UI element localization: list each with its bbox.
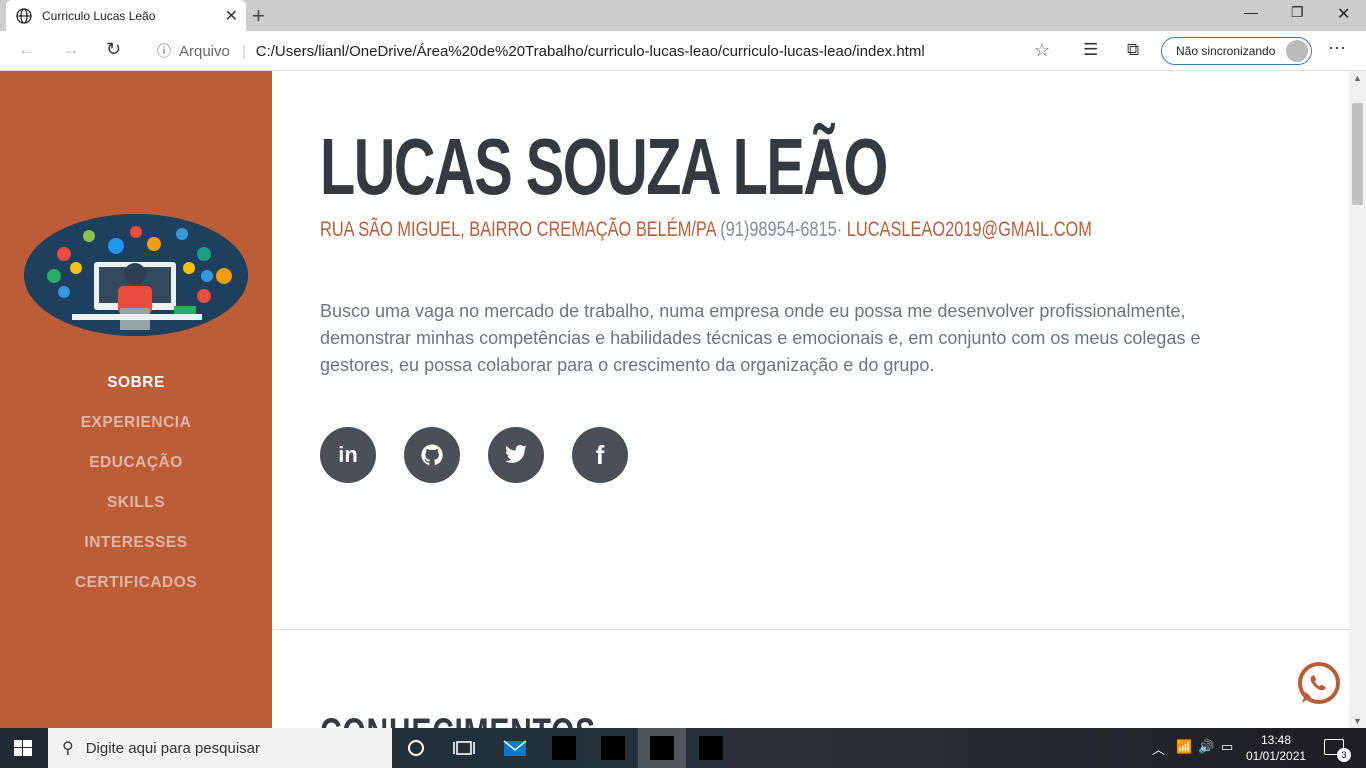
taskbar-app-3-icon bbox=[650, 736, 674, 760]
address-divider: | bbox=[241, 42, 246, 60]
phone-text: (91)98954-6815· bbox=[715, 218, 847, 241]
windows-start-icon[interactable] bbox=[14, 740, 32, 756]
globe-icon bbox=[16, 7, 32, 24]
side-navigation: SOBRE EXPERIENCIA EDUCAÇÃO SKILLS INTERE… bbox=[0, 363, 272, 603]
taskbar-app-2-icon[interactable] bbox=[601, 736, 625, 760]
volume-icon[interactable]: 🔊 bbox=[1198, 739, 1214, 755]
linkedin-icon[interactable]: in bbox=[320, 427, 376, 483]
back-icon[interactable]: ← bbox=[18, 39, 36, 60]
nav-item-interesses[interactable]: INTERESSES bbox=[0, 523, 272, 563]
task-view-icon[interactable] bbox=[452, 736, 476, 760]
browser-tab[interactable]: Curriculo Lucas Leão ✕ bbox=[6, 0, 246, 31]
favorite-star-icon[interactable]: ☆ bbox=[1034, 40, 1050, 61]
facebook-icon[interactable]: f bbox=[572, 427, 628, 483]
tab-title: Curriculo Lucas Leão bbox=[42, 8, 156, 23]
close-tab-icon[interactable]: ✕ bbox=[225, 6, 238, 26]
notification-count: 3 bbox=[1337, 748, 1351, 762]
taskbar-app-1-icon[interactable] bbox=[552, 736, 576, 760]
section-divider bbox=[272, 629, 1349, 630]
browser-tab-strip: Curriculo Lucas Leão ✕ + — ❐ ✕ bbox=[0, 0, 1366, 31]
web-page: SOBRE EXPERIENCIA EDUCAÇÃO SKILLS INTERE… bbox=[0, 71, 1366, 728]
nav-item-certificados[interactable]: CERTIFICADOS bbox=[0, 563, 272, 603]
address-scheme-label: Arquivo bbox=[179, 42, 230, 60]
more-options-icon[interactable]: ··· bbox=[1328, 37, 1346, 58]
clock-time: 13:48 bbox=[1260, 733, 1292, 747]
favorites-list-icon[interactable]: ☰ bbox=[1083, 40, 1098, 60]
social-links: in f bbox=[320, 427, 656, 483]
minimize-icon[interactable]: — bbox=[1244, 4, 1258, 20]
contact-line: RUA SÃO MIGUEL, BAIRRO CREMAÇÃO BELÉM/PA… bbox=[320, 218, 1092, 242]
forward-icon[interactable]: → bbox=[62, 39, 80, 60]
taskbar-search[interactable]: ⚲ Digite aqui para pesquisar bbox=[48, 728, 392, 768]
cortana-icon[interactable] bbox=[404, 736, 428, 760]
address-bar[interactable]: ⓘ Arquivo | C:/Users/lianl/OneDrive/Área… bbox=[145, 35, 1063, 67]
search-icon: ⚲ bbox=[62, 740, 74, 757]
network-icon[interactable]: 📶 bbox=[1176, 739, 1192, 755]
clock-date: 01/01/2021 bbox=[1246, 749, 1307, 763]
summary-text: Busco uma vaga no mercado de trabalho, n… bbox=[320, 301, 1201, 375]
nav-item-educacao[interactable]: EDUCAÇÃO bbox=[0, 443, 272, 483]
nav-item-sobre[interactable]: SOBRE bbox=[0, 363, 272, 403]
taskbar: ⚲ Digite aqui para pesquisar ︿ 📶 🔊 ▭ 13:… bbox=[0, 728, 1366, 768]
nav-item-experiencia[interactable]: EXPERIENCIA bbox=[0, 403, 272, 443]
sidebar: SOBRE EXPERIENCIA EDUCAÇÃO SKILLS INTERE… bbox=[0, 71, 272, 728]
nav-item-skills[interactable]: SKILLS bbox=[0, 483, 272, 523]
sync-label: Não sincronizando bbox=[1176, 44, 1276, 58]
scrollbar-thumb[interactable] bbox=[1352, 103, 1363, 205]
twitter-icon[interactable] bbox=[488, 427, 544, 483]
page-scrollbar[interactable]: ▲ ▼ bbox=[1349, 71, 1366, 728]
sync-button[interactable]: Não sincronizando bbox=[1161, 37, 1312, 65]
info-icon[interactable]: ⓘ bbox=[157, 41, 171, 61]
refresh-icon[interactable]: ↻ bbox=[106, 39, 121, 60]
restore-icon[interactable]: ❐ bbox=[1291, 4, 1304, 21]
profile-image bbox=[24, 214, 248, 336]
mail-icon[interactable] bbox=[503, 736, 527, 760]
taskbar-app-4-icon[interactable] bbox=[699, 736, 723, 760]
scroll-down-icon[interactable]: ▼ bbox=[1353, 716, 1362, 726]
scroll-up-icon[interactable]: ▲ bbox=[1353, 73, 1362, 83]
github-icon[interactable] bbox=[404, 427, 460, 483]
url-text[interactable]: C:/Users/lianl/OneDrive/Área%20de%20Trab… bbox=[256, 43, 925, 60]
collections-icon[interactable]: ⧉ bbox=[1127, 40, 1139, 60]
clock[interactable]: 13:48 01/01/2021 bbox=[1246, 732, 1306, 764]
address-text: RUA SÃO MIGUEL, BAIRRO CREMAÇÃO BELÉM/PA bbox=[320, 218, 716, 241]
tray-chevron-up-icon[interactable]: ︿ bbox=[1152, 739, 1165, 758]
new-tab-button[interactable]: + bbox=[252, 3, 265, 29]
close-window-icon[interactable]: ✕ bbox=[1337, 4, 1350, 24]
email-link[interactable]: LUCASLEAO2019@GMAIL.COM bbox=[847, 218, 1092, 241]
search-placeholder: Digite aqui para pesquisar bbox=[85, 739, 260, 757]
profile-avatar-icon bbox=[1286, 40, 1308, 62]
whatsapp-icon[interactable] bbox=[1296, 661, 1342, 707]
taskbar-app-3-button[interactable] bbox=[638, 728, 686, 768]
address-toolbar: ← → ↻ ⓘ Arquivo | C:/Users/lianl/OneDriv… bbox=[0, 31, 1366, 71]
section-heading-conhecimentos: CONHECIMENTOS bbox=[320, 711, 596, 728]
battery-icon[interactable]: ▭ bbox=[1221, 739, 1233, 755]
page-title: LUCAS SOUZA LEÃO bbox=[320, 122, 888, 211]
notifications-icon[interactable]: 3 bbox=[1324, 739, 1351, 762]
